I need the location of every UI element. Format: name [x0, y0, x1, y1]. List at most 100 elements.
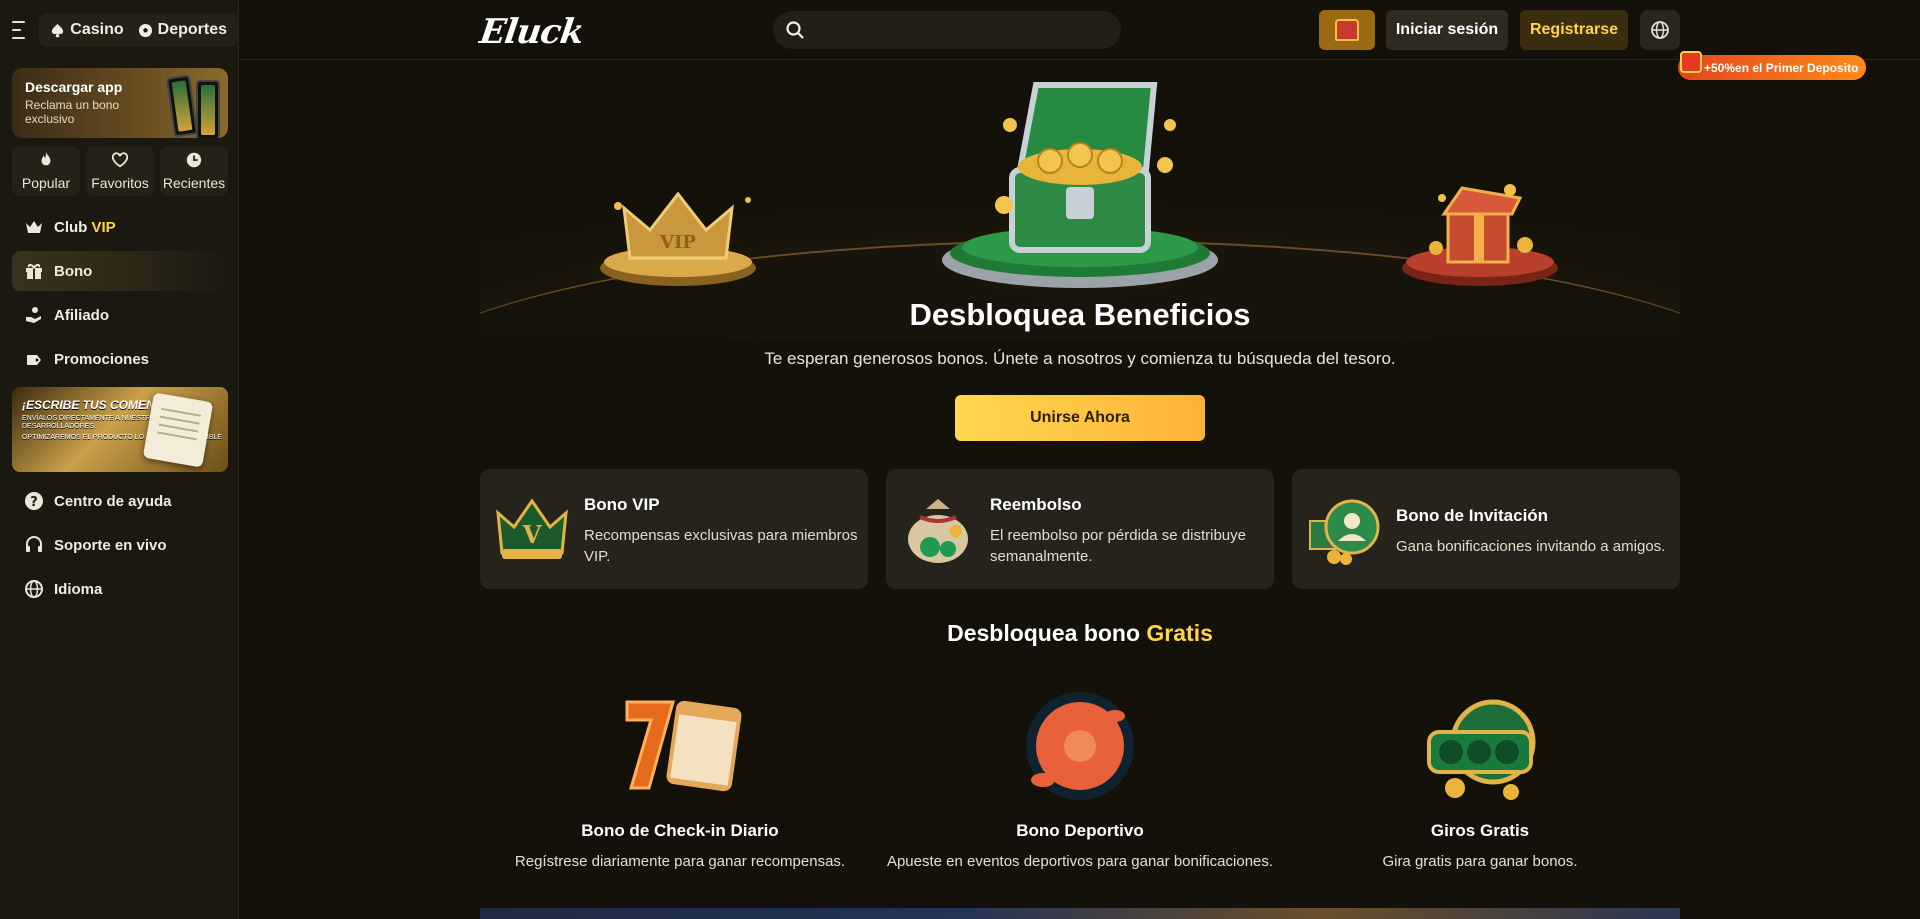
sidebar-nav-top: Club VIP Bono Afiliado Promociones: [12, 207, 228, 383]
free-bonus-title: Bono de Check-in Diario: [581, 821, 779, 840]
quick-popular[interactable]: Popular: [12, 146, 80, 196]
quick-favorites[interactable]: Favoritos: [86, 146, 154, 196]
quick-recent-label: Recientes: [162, 175, 226, 191]
logo[interactable]: Eluck: [477, 12, 585, 52]
sidebar-nav-bottom: ? Centro de ayuda Soporte en vivo Idioma: [12, 481, 228, 613]
top-header: Eluck Iniciar sesión Registrarse +50%en …: [240, 0, 1920, 80]
sidebar-item-language[interactable]: Idioma: [12, 569, 228, 609]
login-button[interactable]: Iniciar sesión: [1386, 10, 1508, 50]
sidebar-item-club-vip[interactable]: Club VIP: [12, 207, 228, 247]
svg-text:VIP: VIP: [659, 232, 696, 253]
tab-casino[interactable]: Casino: [43, 13, 130, 47]
download-app-subtitle: Reclama un bono exclusivo: [25, 98, 120, 126]
club-label: Club: [54, 218, 88, 236]
gift-icon: [1680, 51, 1702, 73]
benefit-desc: Recompensas exclusivas para miembros VIP…: [584, 527, 858, 565]
sidebar-item-language-label: Idioma: [54, 580, 103, 598]
benefit-cards: V Bono VIP Recompensas exclusivas para m…: [480, 469, 1680, 589]
gift-icon: [26, 263, 42, 279]
sidebar-top: Casino Deportes: [0, 0, 238, 60]
search-bar[interactable]: [773, 11, 1121, 49]
download-app-card[interactable]: Descargar app Reclama un bono exclusivo: [12, 68, 228, 138]
heart-icon: [111, 152, 129, 168]
gift-box-illustration: [1402, 184, 1558, 286]
sidebar-item-bono-label: Bono: [54, 262, 93, 280]
free-bonus-desc: Regístrese diariamente para ganar recomp…: [514, 853, 846, 870]
soccer-ball-icon: [138, 23, 152, 37]
free-bonus-spins[interactable]: Giros Gratis Gira gratis para ganar bono…: [1280, 688, 1680, 870]
treasure-chest-icon: [1335, 19, 1359, 41]
quick-popular-label: Popular: [21, 175, 71, 191]
globe-icon: [1651, 21, 1669, 39]
club-vip-label: Club VIP: [54, 219, 116, 236]
treasure-chest-illustration: [942, 82, 1218, 288]
menu-toggle-icon[interactable]: [12, 21, 26, 39]
sidebar: Casino Deportes Descargar app Reclama un…: [0, 0, 239, 919]
benefit-title: Bono de Invitación: [1396, 506, 1549, 525]
free-bonus-sports[interactable]: Bono Deportivo Apueste en eventos deport…: [880, 688, 1280, 870]
crown-icon: [26, 221, 42, 233]
help-icon: ?: [25, 492, 43, 510]
sidebar-item-promociones-label: Promociones: [54, 350, 150, 368]
flame-icon: [41, 151, 51, 166]
money-bag-icon: [908, 499, 968, 563]
spade-icon: [52, 23, 64, 37]
free-bonus-title: Bono Deportivo: [1016, 821, 1144, 840]
sidebar-item-promociones[interactable]: Promociones: [12, 339, 228, 379]
sidebar-item-afiliado[interactable]: Afiliado: [12, 295, 228, 335]
benefit-card-invitation[interactable]: Bono de Invitación Gana bonificaciones i…: [1292, 469, 1680, 589]
benefit-desc: El reembolso por pérdida se distribuye s…: [990, 527, 1246, 565]
notepad-illustration: [142, 392, 214, 468]
calendar-seven-illustration: [625, 700, 742, 792]
free-bonus-desc: Gira gratis para ganar bonos.: [1382, 853, 1578, 870]
search-input[interactable]: [815, 22, 1105, 38]
slot-chip-illustration: [1427, 699, 1536, 800]
clock-icon: [186, 152, 202, 168]
search-icon: [786, 21, 804, 39]
sidebar-item-live-support-label: Soporte en vivo: [54, 536, 167, 554]
first-deposit-text: +50%en el Primer Deposito: [1704, 60, 1859, 75]
tab-deportes[interactable]: Deportes: [131, 13, 234, 47]
hero-title: Desbloquea Beneficios: [909, 297, 1251, 332]
benefit-card-vip[interactable]: V Bono VIP Recompensas exclusivas para m…: [480, 469, 868, 589]
tab-deportes-label: Deportes: [157, 21, 227, 38]
affiliate-icon: [26, 307, 41, 323]
invite-friend-icon: [1309, 499, 1380, 565]
vip-crown-illustration: VIP: [600, 191, 756, 286]
free-bonus-section-title: Desbloquea bono Gratis: [480, 620, 1680, 647]
promotions-icon: [27, 355, 41, 365]
quick-favorites-label: Favoritos: [91, 175, 149, 191]
headset-icon: [26, 536, 42, 552]
phone-illustration: [196, 80, 220, 138]
next-banner-peek: [480, 908, 1680, 919]
feedback-banner[interactable]: ¡ESCRIBE TUS COMENTARIOS! ENVÍALOS DIREC…: [12, 387, 228, 472]
product-switch: Casino Deportes: [39, 13, 238, 47]
benefit-title: Bono VIP: [584, 495, 660, 514]
sidebar-item-afiliado-label: Afiliado: [54, 306, 109, 324]
svg-text:V: V: [522, 520, 542, 549]
free-bonus-title-prefix: Desbloquea bono: [947, 620, 1141, 646]
tab-casino-label: Casino: [70, 21, 124, 38]
sidebar-item-live-support[interactable]: Soporte en vivo: [12, 525, 228, 565]
benefit-desc: Gana bonificaciones invitando a amigos.: [1396, 538, 1666, 555]
vip-label: VIP: [91, 218, 116, 236]
language-button[interactable]: [1640, 10, 1680, 50]
globe-icon: [25, 580, 43, 598]
quick-recent[interactable]: Recientes: [160, 146, 228, 196]
treasure-chest-button[interactable]: [1319, 10, 1375, 50]
sidebar-item-bono[interactable]: Bono: [12, 251, 228, 291]
join-now-button[interactable]: Unirse Ahora: [955, 395, 1205, 441]
benefit-title: Reembolso: [990, 495, 1082, 514]
hero-subtitle: Te esperan generosos bonos. Únete a noso…: [764, 349, 1396, 368]
free-bonus-title-highlight: Gratis: [1146, 620, 1213, 646]
svg-text:?: ?: [30, 495, 38, 510]
quick-links: Popular Favoritos Recientes: [12, 146, 228, 196]
register-button[interactable]: Registrarse: [1520, 10, 1628, 50]
free-bonus-checkin[interactable]: Bono de Check-in Diario Regístrese diari…: [480, 688, 880, 870]
vip-crown-icon: V: [496, 498, 568, 559]
free-bonus-title: Giros Gratis: [1430, 821, 1530, 840]
first-deposit-badge[interactable]: +50%en el Primer Deposito: [1678, 51, 1866, 80]
benefit-card-cashback[interactable]: Reembolso El reembolso por pérdida se di…: [886, 469, 1274, 589]
sidebar-item-help[interactable]: ? Centro de ayuda: [12, 481, 228, 521]
sidebar-item-help-label: Centro de ayuda: [54, 492, 172, 510]
